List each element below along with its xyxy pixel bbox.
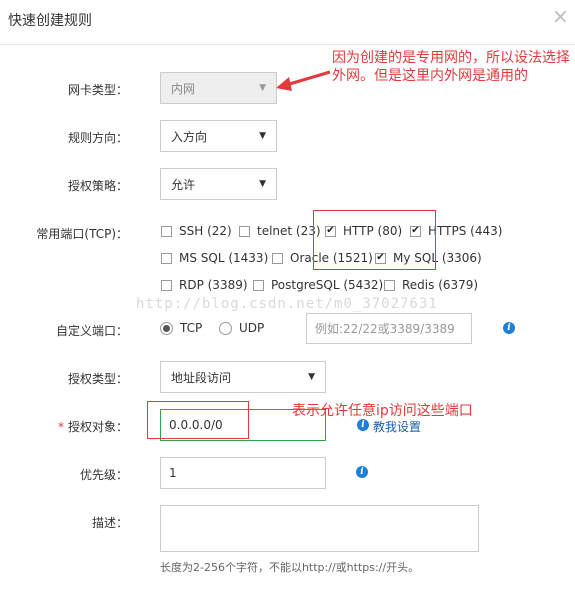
close-icon[interactable]: ×: [552, 4, 569, 28]
port-label: MS SQL (1433): [179, 251, 269, 265]
checkbox-icon: [161, 225, 172, 237]
custom-port-input[interactable]: 例如:22/22或3389/3389: [306, 313, 472, 344]
port-checkbox-ssh[interactable]: SSH (22): [161, 224, 232, 238]
port-checkbox-mssql[interactable]: MS SQL (1433): [161, 251, 268, 265]
radio-selected-icon: [160, 321, 173, 335]
nic-type-label: 网卡类型：: [67, 83, 128, 97]
port-label: telnet (23): [257, 224, 321, 238]
chevron-down-icon: ▼: [308, 372, 315, 382]
auth-type-select[interactable]: 地址段访问 ▼: [160, 361, 326, 393]
checkbox-icon: [384, 279, 395, 291]
nic-type-select[interactable]: 内网 ▼: [160, 72, 277, 104]
port-label: PostgreSQL (5432): [271, 278, 384, 292]
direction-label: 规则方向：: [67, 131, 128, 145]
port-label: Redis (6379): [402, 278, 479, 292]
checkbox-icon: [272, 252, 283, 264]
checkbox-icon: [161, 252, 172, 264]
description-label: 描述：: [91, 516, 128, 530]
direction-select[interactable]: 入方向 ▼: [160, 120, 277, 152]
info-icon[interactable]: i: [357, 419, 369, 431]
custom-port-radio-udp[interactable]: UDP: [219, 321, 264, 335]
port-checkbox-rdp[interactable]: RDP (3389): [161, 278, 248, 292]
common-ports-label: 常用端口(TCP)：: [36, 227, 128, 241]
priority-input[interactable]: 1: [160, 457, 326, 489]
help-link[interactable]: 教我设置: [373, 418, 421, 435]
annotation-highlight-box: [313, 210, 436, 270]
nic-type-value: 内网: [171, 81, 196, 96]
auth-type-label: 授权类型：: [67, 372, 128, 386]
chevron-down-icon: ▼: [259, 131, 266, 141]
radio-label: TCP: [180, 321, 203, 335]
port-label: HTTPS (443): [428, 224, 503, 238]
checkbox-icon: [239, 225, 250, 237]
required-mark: *: [57, 420, 64, 434]
radio-icon: [219, 321, 232, 335]
description-textarea[interactable]: [160, 505, 479, 552]
priority-label: 优先级：: [79, 468, 128, 482]
chevron-down-icon: ▼: [259, 179, 266, 189]
watermark: http://blog.csdn.net/m0_37027631: [136, 296, 438, 312]
policy-value: 允许: [171, 177, 196, 192]
policy-select[interactable]: 允许 ▼: [160, 168, 277, 200]
auth-object-label-text: 授权对象：: [67, 420, 128, 434]
auth-object-label: * 授权对象：: [0, 418, 128, 435]
arrow-icon: [276, 70, 331, 91]
dialog-title: 快速创建规则: [8, 13, 92, 29]
custom-port-radio-tcp[interactable]: TCP: [160, 321, 202, 335]
info-icon[interactable]: i: [503, 322, 515, 334]
priority-value: 1: [169, 466, 177, 480]
annotation-nic-note: 因为创建的是专用网的，所以设法选择外网。但是这里内外网是通用的: [332, 50, 570, 84]
annotation-highlight-box: [147, 401, 249, 439]
info-icon[interactable]: i: [356, 466, 368, 478]
port-label: RDP (3389): [179, 278, 248, 292]
chevron-down-icon: ▼: [259, 83, 266, 93]
header-divider: [0, 44, 575, 45]
checkbox-icon: [253, 279, 264, 291]
annotation-ports-note: 表示允许任意ip访问这些端口: [292, 403, 473, 419]
auth-type-value: 地址段访问: [171, 370, 232, 385]
direction-value: 入方向: [171, 129, 208, 144]
radio-label: UDP: [239, 321, 265, 335]
custom-port-placeholder: 例如:22/22或3389/3389: [315, 322, 455, 336]
port-checkbox-redis[interactable]: Redis (6379): [384, 278, 478, 292]
description-hint: 长度为2-256个字符，不能以http://或https://开头。: [160, 561, 420, 574]
port-label: SSH (22): [179, 224, 232, 238]
custom-port-label: 自定义端口：: [55, 324, 128, 338]
policy-label: 授权策略：: [67, 179, 128, 193]
port-checkbox-postgresql[interactable]: PostgreSQL (5432): [253, 278, 383, 292]
port-checkbox-telnet[interactable]: telnet (23): [239, 224, 321, 238]
checkbox-icon: [161, 279, 172, 291]
